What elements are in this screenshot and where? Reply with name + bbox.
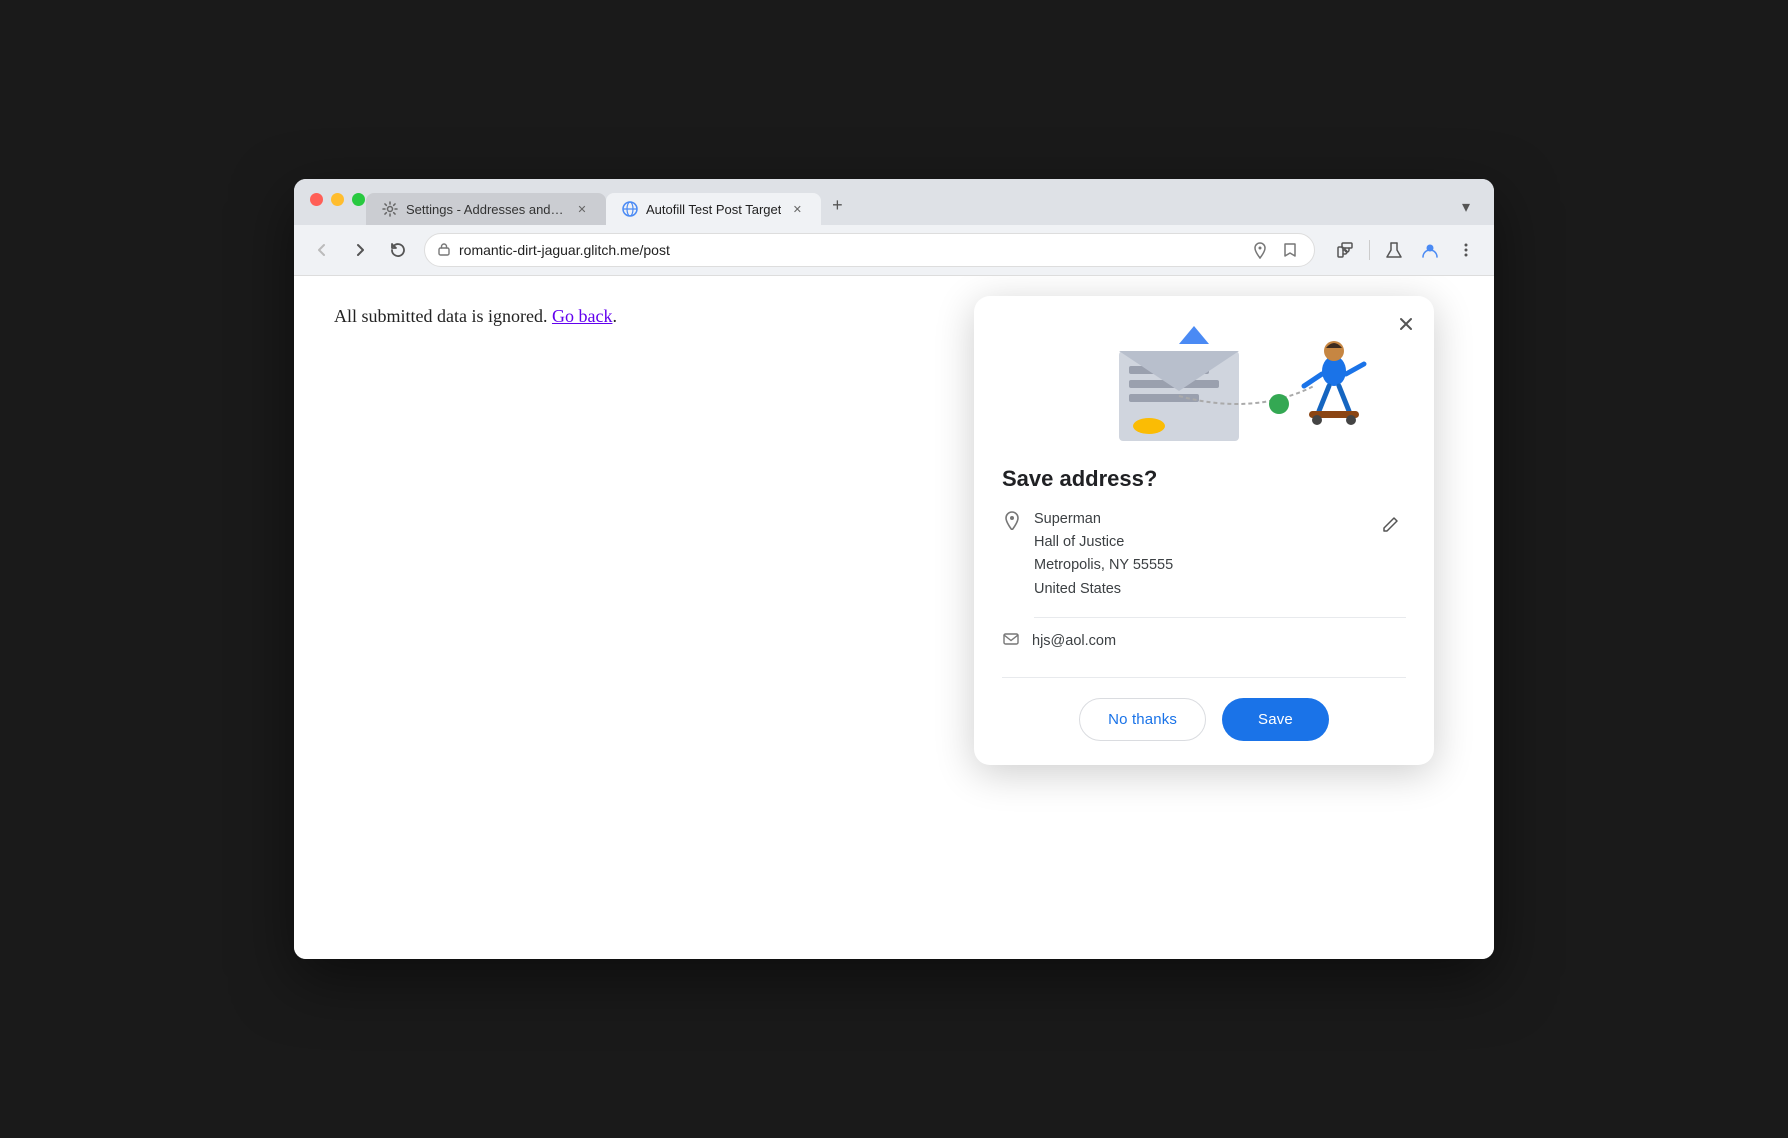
new-tab-button[interactable]: + (821, 189, 853, 221)
lab-icon-button[interactable] (1378, 234, 1410, 266)
dialog-divider (1002, 677, 1406, 678)
dialog-title: Save address? (1002, 466, 1406, 492)
settings-tab-icon (382, 201, 398, 217)
dialog-close-button[interactable] (1390, 308, 1422, 340)
location-pin-icon (1002, 510, 1022, 536)
tab-bar: Settings - Addresses and mo ✕ Autofill T… (366, 189, 853, 225)
forward-button[interactable] (344, 234, 376, 266)
back-button[interactable] (306, 234, 338, 266)
go-back-link[interactable]: Go back (552, 306, 612, 326)
autofill-tab-icon (622, 201, 638, 217)
autofill-tab-label: Autofill Test Post Target (646, 202, 781, 217)
browser-window: Settings - Addresses and mo ✕ Autofill T… (294, 179, 1494, 959)
address-info: Superman Hall of Justice Metropolis, NY … (1002, 508, 1406, 601)
address-line1: Hall of Justice (1034, 531, 1362, 554)
address-line3: United States (1034, 578, 1362, 601)
address-security-icon (437, 242, 451, 259)
save-button[interactable]: Save (1222, 698, 1329, 741)
page-content: All submitted data is ignored. Go back. (294, 276, 1494, 959)
extensions-button[interactable] (1329, 234, 1361, 266)
dialog-illustration (974, 296, 1434, 466)
save-address-dialog: Save address? Superman Hall of Justice M… (974, 296, 1434, 765)
info-divider (1034, 617, 1406, 618)
tab-autofill[interactable]: Autofill Test Post Target ✕ (606, 193, 821, 225)
bookmark-icon-button[interactable] (1278, 238, 1302, 262)
address-right-icons (1248, 238, 1302, 262)
address-name: Superman (1034, 508, 1362, 531)
no-thanks-button[interactable]: No thanks (1079, 698, 1206, 741)
tab-settings[interactable]: Settings - Addresses and mo ✕ (366, 193, 606, 225)
address-line2: Metropolis, NY 55555 (1034, 554, 1362, 577)
title-bar: Settings - Addresses and mo ✕ Autofill T… (294, 179, 1494, 225)
close-traffic-light[interactable] (310, 193, 323, 206)
dialog-body: Save address? Superman Hall of Justice M… (974, 466, 1434, 653)
autofill-tab-close[interactable]: ✕ (789, 201, 805, 217)
edit-address-button[interactable] (1374, 508, 1406, 540)
email-address: hjs@aol.com (1032, 633, 1116, 649)
reload-button[interactable] (382, 234, 414, 266)
url-text: romantic-dirt-jaguar.glitch.me/post (459, 242, 1240, 258)
settings-tab-label: Settings - Addresses and mo (406, 202, 566, 217)
nav-bar: romantic-dirt-jaguar.glitch.me/post (294, 225, 1494, 276)
nav-right-icons (1329, 234, 1482, 266)
minimize-traffic-light[interactable] (331, 193, 344, 206)
profile-button[interactable] (1414, 234, 1446, 266)
dialog-actions: No thanks Save (974, 698, 1434, 741)
traffic-lights (310, 193, 365, 206)
tab-dropdown-button[interactable]: ▾ (1450, 191, 1482, 223)
address-bar[interactable]: romantic-dirt-jaguar.glitch.me/post (424, 233, 1315, 267)
location-icon-button[interactable] (1248, 238, 1272, 262)
maximize-traffic-light[interactable] (352, 193, 365, 206)
more-menu-button[interactable] (1450, 234, 1482, 266)
email-icon (1002, 630, 1020, 653)
email-info: hjs@aol.com (1002, 630, 1406, 653)
settings-tab-close[interactable]: ✕ (574, 201, 590, 217)
nav-divider (1369, 240, 1370, 260)
address-text-block: Superman Hall of Justice Metropolis, NY … (1034, 508, 1362, 601)
